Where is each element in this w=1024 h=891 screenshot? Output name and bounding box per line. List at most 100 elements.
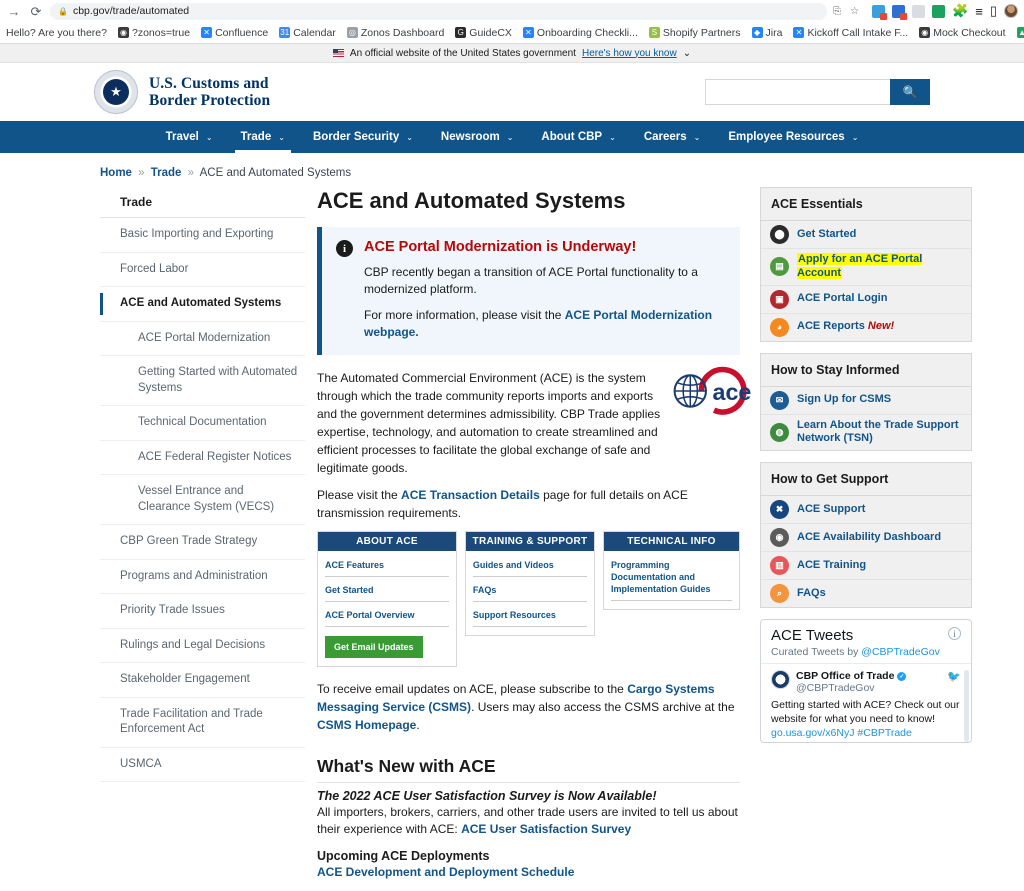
link-box-link[interactable]: ACE Features <box>325 557 449 577</box>
breadcrumb-trade[interactable]: Trade <box>151 167 182 179</box>
get-email-updates-button[interactable]: Get Email Updates <box>325 636 423 658</box>
link-box-link[interactable]: Programming Documentation and Implementa… <box>611 557 732 601</box>
sidebar-item-basic-importing-and-exporting[interactable]: Basic Importing and Exporting <box>100 218 305 253</box>
bookmark-item[interactable]: 31Calendar <box>279 27 336 39</box>
cbp-seal-avatar-icon <box>771 670 790 689</box>
extension-icon-1[interactable] <box>872 5 885 18</box>
csms-homepage-link[interactable]: CSMS Homepage <box>317 718 416 732</box>
rail-link-ace-support[interactable]: ✖ACE Support <box>761 496 971 524</box>
pie-chart-icon: ◕ <box>770 318 789 337</box>
cbp-seal-icon[interactable]: ★ <box>94 70 138 114</box>
tweet-link[interactable]: go.usa.gov/x6NyJ <box>771 727 854 739</box>
sidebar-item-forced-labor[interactable]: Forced Labor <box>100 253 305 288</box>
bookmark-item[interactable]: ▲Google Drive <box>1017 27 1024 39</box>
sidebar-item-label: Technical Documentation <box>138 416 267 428</box>
bookmark-item[interactable]: ✕Confluence <box>201 27 268 39</box>
breadcrumb-home[interactable]: Home <box>100 167 132 179</box>
bookmark-item[interactable]: Hello? Are you there? <box>6 27 107 39</box>
sidebar-item-priority-trade-issues[interactable]: Priority Trade Issues <box>100 594 305 629</box>
sidebar-item-ace-portal-modernization[interactable]: ACE Portal Modernization <box>100 322 305 357</box>
book-icon: ▥ <box>770 556 789 575</box>
puzzle-piece-icon[interactable]: 🧩 <box>952 3 968 19</box>
rail-link-faqs[interactable]: ⌕FAQs <box>761 580 971 607</box>
sidebar-item-rulings-and-legal-decisions[interactable]: Rulings and Legal Decisions <box>100 629 305 664</box>
nav-item-border-security[interactable]: Border Security⌄ <box>299 121 427 153</box>
rail-link-ace-training[interactable]: ▥ACE Training <box>761 552 971 580</box>
nav-item-about-cbp[interactable]: About CBP⌄ <box>527 121 629 153</box>
rail-link-ace-portal-login[interactable]: ▣ACE Portal Login <box>761 286 971 314</box>
rail-link-ace-availability-dashboard[interactable]: ◉ACE Availability Dashboard <box>761 524 971 552</box>
tweets-scrollbar[interactable] <box>964 670 969 742</box>
link-box-link[interactable]: Support Resources <box>473 607 587 627</box>
nav-item-newsroom[interactable]: Newsroom⌄ <box>427 121 528 153</box>
nav-item-label: Border Security <box>313 131 399 143</box>
side-panel-icon[interactable]: ▯ <box>990 3 997 19</box>
bookmark-item[interactable]: ◉Mock Checkout <box>919 27 1005 39</box>
rail-card-body: ⬤Get Started▤Apply for an ACE Portal Acc… <box>761 221 971 341</box>
search-button[interactable]: 🔍 <box>890 79 930 105</box>
sidebar-item-usmca[interactable]: USMCA <box>100 748 305 783</box>
nav-item-label: Careers <box>644 131 687 143</box>
link-box-link[interactable]: Get Started <box>325 582 449 602</box>
bookmark-star-icon[interactable]: ☆ <box>850 6 859 17</box>
sidebar-item-vessel-entrance-and-clearance-system-vecs[interactable]: Vessel Entrance and Clearance System (VE… <box>100 475 305 525</box>
rail-link-learn-about-the-trade-support-network-tsn[interactable]: ◍Learn About the Trade Support Network (… <box>761 415 971 451</box>
sidebar-item-trade-facilitation-and-trade-enforcement-act[interactable]: Trade Facilitation and Trade Enforcement… <box>100 698 305 748</box>
list-menu-icon[interactable]: ≡ <box>975 4 983 19</box>
sidebar-item-cbp-green-trade-strategy[interactable]: CBP Green Trade Strategy <box>100 525 305 560</box>
bookmark-item[interactable]: SShopify Partners <box>649 27 741 39</box>
nav-item-careers[interactable]: Careers⌄ <box>630 121 715 153</box>
rail-link-ace-reports[interactable]: ◕ACE Reports New! <box>761 314 971 341</box>
tweets-handle-link[interactable]: @CBPTradeGov <box>861 646 940 658</box>
nav-item-trade[interactable]: Trade⌄ <box>227 121 299 153</box>
chevron-down-icon[interactable]: ⌄ <box>683 48 691 59</box>
tweet-hashtag[interactable]: #CBPTrade <box>857 727 911 739</box>
how-you-know-link[interactable]: Here's how you know <box>582 48 677 59</box>
sidebar-item-technical-documentation[interactable]: Technical Documentation <box>100 406 305 441</box>
rail-link-get-started[interactable]: ⬤Get Started <box>761 221 971 249</box>
rail-link-sign-up-for-csms[interactable]: ✉Sign Up for CSMS <box>761 387 971 415</box>
sidebar-item-ace-federal-register-notices[interactable]: ACE Federal Register Notices <box>100 441 305 476</box>
ace-logo-icon: ace <box>666 366 752 416</box>
bookmark-item[interactable]: ◆Jira <box>752 27 783 39</box>
bookmark-item[interactable]: ✕Kickoff Call Intake F... <box>793 27 908 39</box>
site-title[interactable]: U.S. Customs and Border Protection <box>149 75 270 110</box>
main-content: ACE and Automated Systems i ACE Portal M… <box>305 187 760 891</box>
news-link[interactable]: ACE User Satisfaction Survey <box>461 822 631 836</box>
sidebar-item-label: ACE and Automated Systems <box>120 297 281 309</box>
nav-item-travel[interactable]: Travel⌄ <box>152 121 227 153</box>
link-box-link[interactable]: FAQs <box>473 582 587 602</box>
news-list: The 2022 ACE User Satisfaction Survey is… <box>317 789 740 881</box>
share-icon[interactable]: ⎘ <box>833 6 841 17</box>
sidebar-item-getting-started-with-automated-systems[interactable]: Getting Started with Automated Systems <box>100 356 305 406</box>
ace-transaction-details-link[interactable]: ACE Transaction Details <box>401 488 540 502</box>
news-link[interactable]: ACE Development and Deployment Schedule <box>317 865 574 879</box>
gov-banner: An official website of the United States… <box>0 44 1024 63</box>
info-circle-icon[interactable]: i <box>948 627 961 640</box>
bookmark-item[interactable]: GGuideCX <box>455 27 512 39</box>
bookmark-item[interactable]: ✕Onboarding Checkli... <box>523 27 638 39</box>
browser-chrome: → ⟳ 🔒 cbp.gov/trade/automated ⎘ ☆ 🧩 ≡ ▯ … <box>0 0 1024 44</box>
nav-item-employee-resources[interactable]: Employee Resources⌄ <box>714 121 872 153</box>
search-input[interactable] <box>705 79 890 105</box>
reload-icon[interactable]: ⟳ <box>28 3 44 19</box>
extension-icon-2[interactable] <box>892 5 905 18</box>
sidebar-item-label: CBP Green Trade Strategy <box>120 535 257 547</box>
extension-icon-3[interactable] <box>912 5 925 18</box>
address-bar[interactable]: 🔒 cbp.gov/trade/automated <box>50 3 827 20</box>
profile-avatar-icon[interactable] <box>1004 4 1018 18</box>
sidebar-item-stakeholder-engagement[interactable]: Stakeholder Engagement <box>100 663 305 698</box>
link-box-link[interactable]: ACE Portal Overview <box>325 607 449 627</box>
sidebar-item-ace-and-automated-systems[interactable]: ACE and Automated Systems <box>100 287 305 322</box>
tweet-item[interactable]: CBP Office of Trade ✓ @CBPTradeGov 🐦 Get… <box>761 663 971 741</box>
rail-link-apply-for-an-ace-portal-account[interactable]: ▤Apply for an ACE Portal Account <box>761 249 971 286</box>
sidebar-item-programs-and-administration[interactable]: Programs and Administration <box>100 560 305 595</box>
extension-icon-4[interactable] <box>932 5 945 18</box>
bookmark-item[interactable]: ◉?zonos=true <box>118 27 190 39</box>
link-box-link[interactable]: Guides and Videos <box>473 557 587 577</box>
search-icon: 🔍 <box>903 85 918 99</box>
intro-section: ace The Automated Commercial Environment… <box>317 369 740 522</box>
forward-arrow-icon[interactable]: → <box>6 3 22 19</box>
bookmark-item[interactable]: ◎Zonos Dashboard <box>347 27 444 39</box>
right-rail: ACE Essentials⬤Get Started▤Apply for an … <box>760 187 972 891</box>
